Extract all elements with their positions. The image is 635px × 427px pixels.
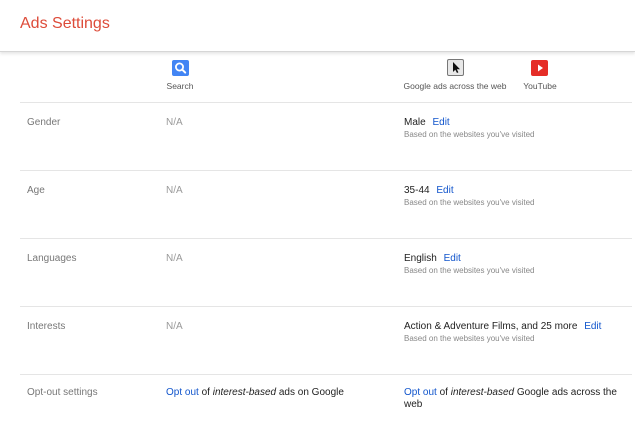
- row-label-languages: Languages: [27, 253, 77, 264]
- search-value-interests: N/A: [166, 321, 183, 332]
- note-age: Based on the websites you've visited: [404, 198, 535, 207]
- search-value-gender: N/A: [166, 117, 183, 128]
- optout-search-of: of: [198, 387, 213, 398]
- row-label-gender: Gender: [27, 117, 61, 128]
- column-label-search: Search: [166, 81, 194, 91]
- search-value-languages: N/A: [166, 253, 183, 264]
- page-title: Ads Settings: [20, 15, 110, 32]
- settings-row-languages: [20, 238, 632, 306]
- value-interests: Action & Adventure Films, and 25 more Ed…: [404, 321, 601, 332]
- value-gender: Male Edit: [404, 117, 450, 128]
- row-label-age: Age: [27, 185, 45, 196]
- note-gender: Based on the websites you've visited: [404, 130, 535, 139]
- optout-search-link[interactable]: Opt out: [166, 387, 199, 398]
- interests-value-text: Action & Adventure Films, and 25 more: [404, 321, 578, 332]
- gender-value-text: Male: [404, 117, 426, 128]
- optout-web-em: interest-based: [450, 387, 515, 398]
- optout-web-of: of: [436, 387, 451, 398]
- settings-row-age: [20, 170, 632, 238]
- optout-web-text: Opt out of interest-based Google ads acr…: [404, 387, 624, 411]
- edit-languages-link[interactable]: Edit: [444, 253, 461, 264]
- column-label-youtube: YouTube: [523, 81, 557, 91]
- row-label-optout: Opt-out settings: [27, 387, 98, 398]
- youtube-play-icon[interactable]: [531, 60, 548, 76]
- edit-gender-link[interactable]: Edit: [432, 117, 449, 128]
- row-label-interests: Interests: [27, 321, 66, 332]
- note-languages: Based on the websites you've visited: [404, 266, 535, 275]
- value-age: 35-44 Edit: [404, 185, 454, 196]
- optout-search-rest: ads on Google: [276, 387, 344, 398]
- settings-row-interests: [20, 306, 632, 374]
- languages-value-text: English: [404, 253, 437, 264]
- search-icon[interactable]: [172, 60, 189, 76]
- search-value-age: N/A: [166, 185, 183, 196]
- age-value-text: 35-44: [404, 185, 430, 196]
- edit-interests-link[interactable]: Edit: [584, 321, 601, 332]
- column-label-web: Google ads across the web: [403, 81, 507, 91]
- optout-search-text: Opt out of interest-based ads on Google: [166, 387, 344, 398]
- note-interests: Based on the websites you've visited: [404, 334, 535, 343]
- optout-search-em: interest-based: [212, 387, 277, 398]
- optout-web-link[interactable]: Opt out: [404, 387, 437, 398]
- value-languages: English Edit: [404, 253, 461, 264]
- cursor-icon[interactable]: [447, 59, 464, 76]
- header-bar: Ads Settings: [0, 0, 635, 52]
- settings-row-gender: [20, 102, 632, 170]
- edit-age-link[interactable]: Edit: [436, 185, 453, 196]
